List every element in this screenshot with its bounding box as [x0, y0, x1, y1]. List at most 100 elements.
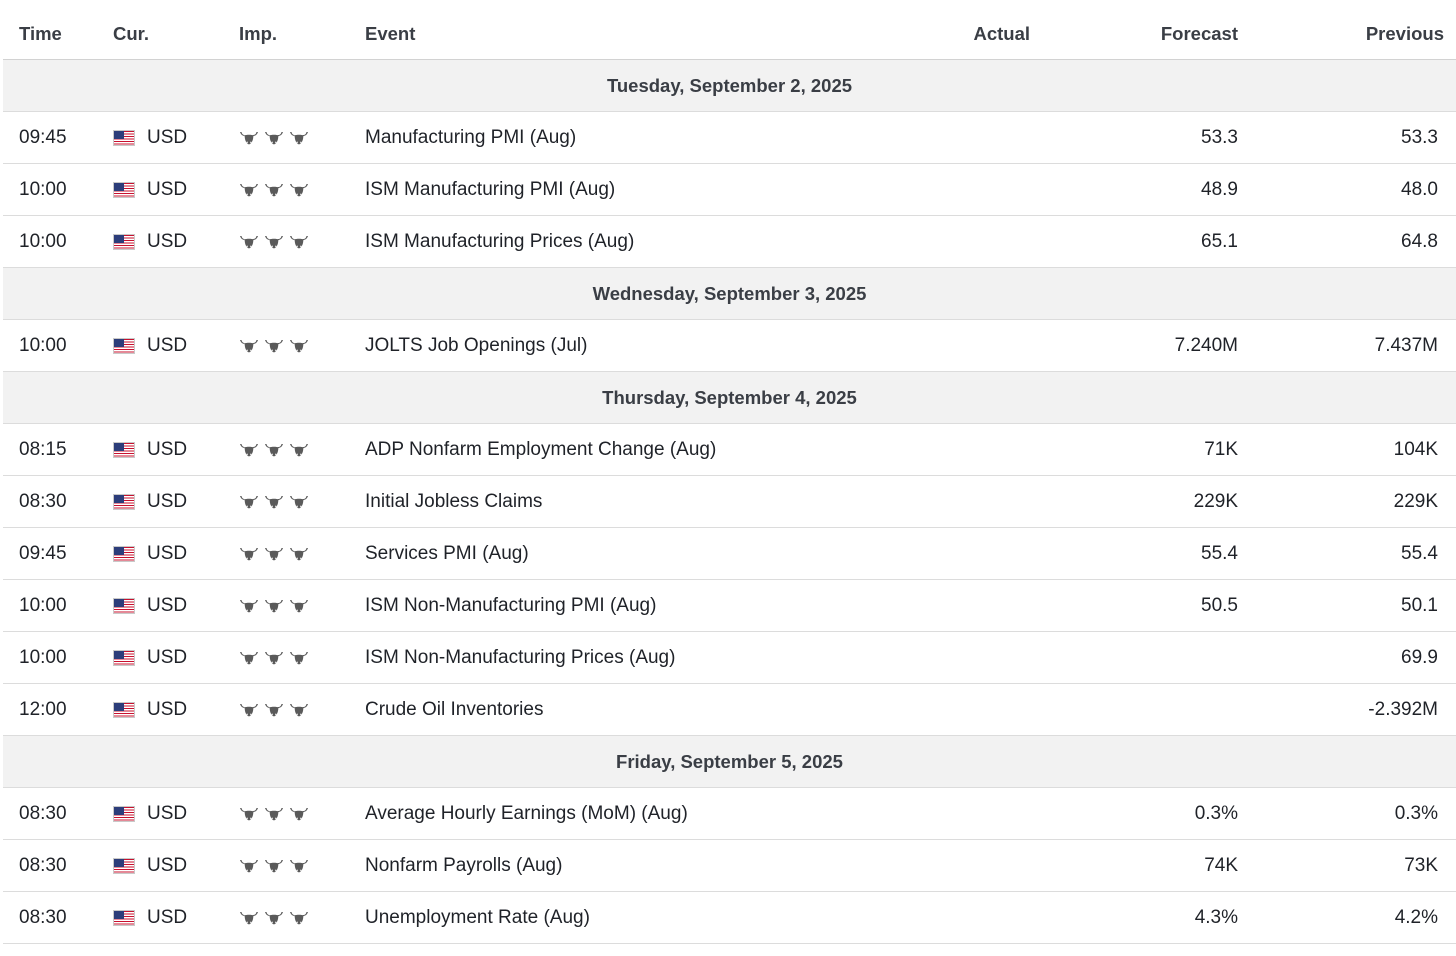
event-name[interactable]: Initial Jobless Claims — [365, 476, 542, 527]
event-name[interactable]: Services PMI (Aug) — [365, 528, 529, 579]
event-name[interactable]: ISM Non-Manufacturing PMI (Aug) — [365, 580, 656, 631]
event-row[interactable]: 08:30 USD Average Hourly Earnings (MoM) (A… — [3, 788, 1456, 840]
us-flag-icon — [113, 441, 135, 458]
bull-icon — [289, 806, 309, 822]
event-name[interactable]: Unemployment Rate (Aug) — [365, 892, 590, 943]
bull-icon — [239, 910, 259, 926]
event-forecast: 55.4 — [1201, 542, 1238, 564]
event-time: 08:15 — [19, 438, 67, 460]
currency-code: USD — [147, 854, 188, 876]
column-header-previous[interactable]: Previous — [1366, 8, 1444, 59]
event-name[interactable]: ISM Manufacturing Prices (Aug) — [365, 216, 634, 267]
event-name[interactable]: Crude Oil Inventories — [365, 684, 543, 735]
event-name[interactable]: ISM Non-Manufacturing Prices (Aug) — [365, 632, 675, 683]
bull-icon — [289, 546, 309, 562]
bull-icon — [264, 442, 284, 458]
currency-code: USD — [147, 178, 188, 200]
event-name[interactable]: JOLTS Job Openings (Jul) — [365, 320, 587, 371]
event-row[interactable]: 10:00 USD ISM Non-Manufacturing Prices (Au… — [3, 632, 1456, 684]
event-time: 10:00 — [19, 230, 67, 252]
bull-icon — [239, 858, 259, 874]
bull-icon — [289, 598, 309, 614]
event-time: 10:00 — [19, 334, 67, 356]
event-previous: 55.4 — [1401, 542, 1438, 564]
event-currency: USD — [113, 580, 187, 631]
column-header-event[interactable]: Event — [365, 8, 415, 59]
currency-code: USD — [147, 230, 188, 252]
us-flag-icon — [113, 701, 135, 718]
event-previous: 104K — [1393, 438, 1438, 460]
bull-icon — [239, 650, 259, 666]
event-forecast: 74K — [1204, 854, 1238, 876]
bull-icon — [239, 702, 259, 718]
event-forecast: 53.3 — [1201, 126, 1238, 148]
column-header-time[interactable]: Time — [19, 8, 62, 59]
event-forecast: 71K — [1204, 438, 1238, 460]
event-name[interactable]: Nonfarm Payrolls (Aug) — [365, 840, 562, 891]
event-time: 12:00 — [19, 698, 67, 720]
event-row[interactable]: 08:30 USD Nonfarm Payrolls (Aug) 74K 73K — [3, 840, 1456, 892]
event-row[interactable]: 10:00 USD ISM Manufacturing Prices (Aug) 65… — [3, 216, 1456, 268]
event-row[interactable]: 12:00 USD Crude Oil Inventories -2.392M — [3, 684, 1456, 736]
date-group-row: Tuesday, September 2, 2025 — [3, 60, 1456, 112]
column-header-importance[interactable]: Imp. — [239, 8, 277, 59]
event-forecast: 65.1 — [1201, 230, 1238, 252]
event-name[interactable]: Average Hourly Earnings (MoM) (Aug) — [365, 788, 688, 839]
us-flag-icon — [113, 337, 135, 354]
event-name[interactable]: Manufacturing PMI (Aug) — [365, 112, 576, 163]
bull-icon — [239, 130, 259, 146]
event-importance — [239, 528, 309, 579]
event-row[interactable]: 10:00 USD ISM Manufacturing PMI (Aug) 48.9 4… — [3, 164, 1456, 216]
column-header-forecast[interactable]: Forecast — [1161, 8, 1238, 59]
us-flag-icon — [113, 597, 135, 614]
bull-icon — [239, 182, 259, 198]
bull-icon — [264, 650, 284, 666]
bull-icon — [239, 598, 259, 614]
event-name[interactable]: ISM Manufacturing PMI (Aug) — [365, 164, 615, 215]
event-forecast: 229K — [1193, 490, 1238, 512]
event-importance — [239, 164, 309, 215]
event-row[interactable]: 08:30 USD Initial Jobless Claims 229K 229K — [3, 476, 1456, 528]
date-label: Wednesday, September 3, 2025 — [592, 282, 867, 304]
event-previous: 64.8 — [1401, 230, 1438, 252]
bull-icon — [289, 650, 309, 666]
currency-code: USD — [147, 646, 188, 668]
bull-icon — [264, 182, 284, 198]
event-row[interactable]: 08:30 USD Unemployment Rate (Aug) 4.3% 4.2% — [3, 892, 1456, 944]
event-row[interactable]: 10:00 USD ISM Non-Manufacturing PMI (Aug) 5… — [3, 580, 1456, 632]
event-currency: USD — [113, 632, 187, 683]
event-name[interactable]: ADP Nonfarm Employment Change (Aug) — [365, 424, 716, 475]
bull-icon — [289, 130, 309, 146]
bull-icon — [239, 338, 259, 354]
event-row[interactable]: 08:15 USD ADP Nonfarm Employment Change (A… — [3, 424, 1456, 476]
event-currency: USD — [113, 892, 187, 943]
us-flag-icon — [113, 545, 135, 562]
column-header-actual[interactable]: Actual — [973, 8, 1030, 59]
event-importance — [239, 424, 309, 475]
event-time: 09:45 — [19, 126, 67, 148]
bull-icon — [264, 910, 284, 926]
bull-icon — [289, 182, 309, 198]
bull-icon — [264, 494, 284, 510]
bull-icon — [239, 806, 259, 822]
event-currency: USD — [113, 164, 187, 215]
us-flag-icon — [113, 181, 135, 198]
column-header-currency[interactable]: Cur. — [113, 8, 149, 59]
event-previous: 50.1 — [1401, 594, 1438, 616]
event-importance — [239, 632, 309, 683]
event-row[interactable]: 09:45 USD Manufacturing PMI (Aug) 53.3 53.3 — [3, 112, 1456, 164]
event-time: 10:00 — [19, 178, 67, 200]
event-currency: USD — [113, 216, 187, 267]
economic-calendar-table: Time Cur. Imp. Event Actual Forecast Pre… — [3, 8, 1456, 944]
event-previous: 4.2% — [1394, 906, 1438, 928]
bull-icon — [264, 702, 284, 718]
currency-code: USD — [147, 906, 188, 928]
currency-code: USD — [147, 334, 188, 356]
currency-code: USD — [147, 802, 188, 824]
event-time: 09:45 — [19, 542, 67, 564]
event-row[interactable]: 09:45 USD Services PMI (Aug) 55.4 55.4 — [3, 528, 1456, 580]
event-previous: 48.0 — [1401, 178, 1438, 200]
event-currency: USD — [113, 320, 187, 371]
event-row[interactable]: 10:00 USD JOLTS Job Openings (Jul) 7.240M 7.… — [3, 320, 1456, 372]
date-group-row: Thursday, September 4, 2025 — [3, 372, 1456, 424]
